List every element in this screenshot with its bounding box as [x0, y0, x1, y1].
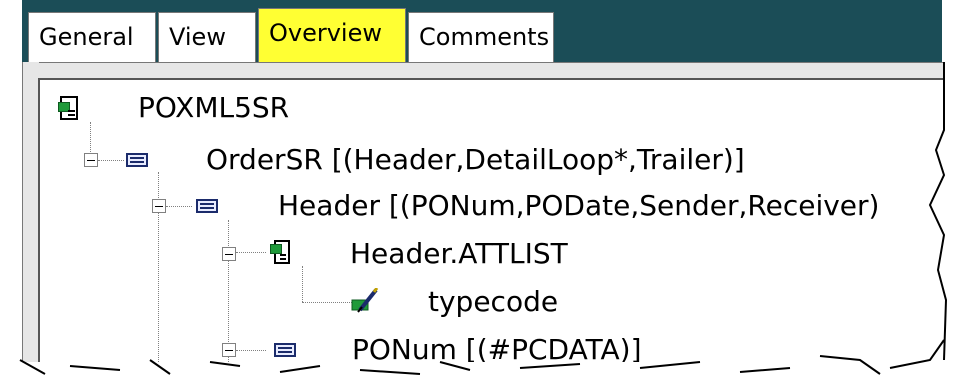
- tab-overview[interactable]: Overview: [258, 8, 406, 62]
- tab-comments[interactable]: Comments: [408, 12, 554, 62]
- document-icon: [58, 96, 78, 120]
- panel-frame-top: [22, 62, 944, 79]
- tree-node-label: OrderSR [(Header,DetailLoop*,Trailer)]: [206, 143, 745, 176]
- attribute-icon: [351, 288, 379, 313]
- tree-node-label: typecode: [428, 285, 559, 318]
- tree-node-label: Header [(PONum,PODate,Sender,Receiver): [278, 189, 880, 222]
- tree-node-header-attlist[interactable]: Header.ATTLIST: [40, 236, 740, 272]
- tree-node-label: PONum [(#PCDATA)]: [352, 333, 642, 366]
- tab-bar: General View Overview Comments: [28, 8, 556, 62]
- tree-node-ponum[interactable]: PONum [(#PCDATA)]: [40, 332, 740, 368]
- tree-node-ordersr[interactable]: OrderSR [(Header,DetailLoop*,Trailer)]: [40, 142, 940, 178]
- tab-view[interactable]: View: [158, 12, 256, 62]
- app-window: General View Overview Comments POXML5SR …: [0, 0, 965, 377]
- tab-general[interactable]: General: [28, 12, 156, 62]
- element-icon: [196, 199, 218, 213]
- element-icon: [274, 343, 296, 357]
- element-icon: [126, 153, 148, 167]
- tree-node-typecode[interactable]: typecode: [40, 284, 740, 320]
- collapse-toggle[interactable]: [222, 247, 236, 261]
- collapse-toggle[interactable]: [222, 343, 236, 357]
- tree-node-label: Header.ATTLIST: [350, 237, 568, 270]
- collapse-toggle[interactable]: [152, 199, 166, 213]
- tree-node-header[interactable]: Header [(PONum,PODate,Sender,Receiver): [40, 188, 946, 224]
- panel-frame-left: [22, 62, 39, 362]
- tree-node-root[interactable]: POXML5SR: [52, 90, 452, 126]
- tree-node-label: POXML5SR: [138, 91, 290, 124]
- attlist-icon: [270, 240, 290, 264]
- overview-tree[interactable]: POXML5SR OrderSR [(Header,DetailLoop*,Tr…: [38, 78, 946, 377]
- collapse-toggle[interactable]: [84, 153, 98, 167]
